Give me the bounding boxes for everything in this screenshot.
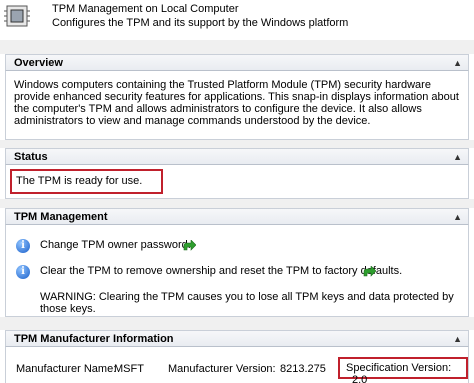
tpm-management-section-header[interactable]: TPM Management ▲ bbox=[5, 208, 469, 225]
collapse-icon[interactable]: ▲ bbox=[453, 152, 462, 162]
page-subtitle: Configures the TPM and its support by th… bbox=[52, 17, 349, 29]
overview-text: Windows computers containing the Trusted… bbox=[14, 79, 459, 127]
overview-section-body: Windows computers containing the Trusted… bbox=[5, 71, 469, 140]
manufacturer-section-header[interactable]: TPM Manufacturer Information ▲ bbox=[5, 330, 469, 347]
manufacturer-version-label: Manufacturer Version: bbox=[168, 363, 276, 375]
go-arrow-icon[interactable] bbox=[362, 266, 376, 278]
clear-warning-text: WARNING: Clearing the TPM causes you to … bbox=[40, 291, 454, 315]
manufacturer-section-body: Manufacturer Name: MSFT Manufacturer Ver… bbox=[5, 347, 469, 383]
section-gap bbox=[0, 140, 474, 148]
collapse-icon[interactable]: ▲ bbox=[453, 58, 462, 68]
section-title: TPM Management bbox=[14, 211, 108, 223]
specification-version-value: 2.0 bbox=[352, 374, 368, 383]
collapse-icon[interactable]: ▲ bbox=[453, 212, 462, 222]
section-gap bbox=[0, 317, 474, 330]
tpm-chip-icon bbox=[4, 5, 30, 27]
tpm-management-section-body: i Change TPM owner password. i Clear the… bbox=[5, 225, 469, 317]
section-title: Overview bbox=[14, 57, 63, 69]
clear-tpm-link[interactable]: Clear the TPM to remove ownership and re… bbox=[40, 265, 402, 277]
specification-version-label: Specification Version: bbox=[346, 362, 452, 374]
info-icon: i bbox=[16, 239, 30, 253]
manufacturer-version-value: 8213.275 bbox=[280, 363, 326, 375]
status-section-body: The TPM is ready for use. bbox=[5, 165, 469, 199]
section-title: TPM Manufacturer Information bbox=[14, 333, 174, 345]
status-section-header[interactable]: Status ▲ bbox=[5, 148, 469, 165]
section-title: Status bbox=[14, 151, 48, 163]
change-owner-password-link[interactable]: Change TPM owner password. bbox=[40, 239, 191, 251]
section-gap bbox=[0, 199, 474, 208]
snapin-header: TPM Management on Local Computer Configu… bbox=[0, 0, 474, 40]
collapse-icon[interactable]: ▲ bbox=[453, 334, 462, 344]
go-arrow-icon[interactable] bbox=[182, 240, 196, 252]
manufacturer-name-value: MSFT bbox=[114, 363, 144, 375]
overview-section-header[interactable]: Overview ▲ bbox=[5, 54, 469, 71]
info-icon: i bbox=[16, 265, 30, 279]
status-text: The TPM is ready for use. bbox=[10, 169, 163, 194]
section-gap bbox=[0, 40, 474, 54]
manufacturer-name-label: Manufacturer Name: bbox=[16, 363, 117, 375]
page-title: TPM Management on Local Computer bbox=[52, 3, 239, 15]
specification-version-box: Specification Version: 2.0 bbox=[338, 357, 468, 383]
